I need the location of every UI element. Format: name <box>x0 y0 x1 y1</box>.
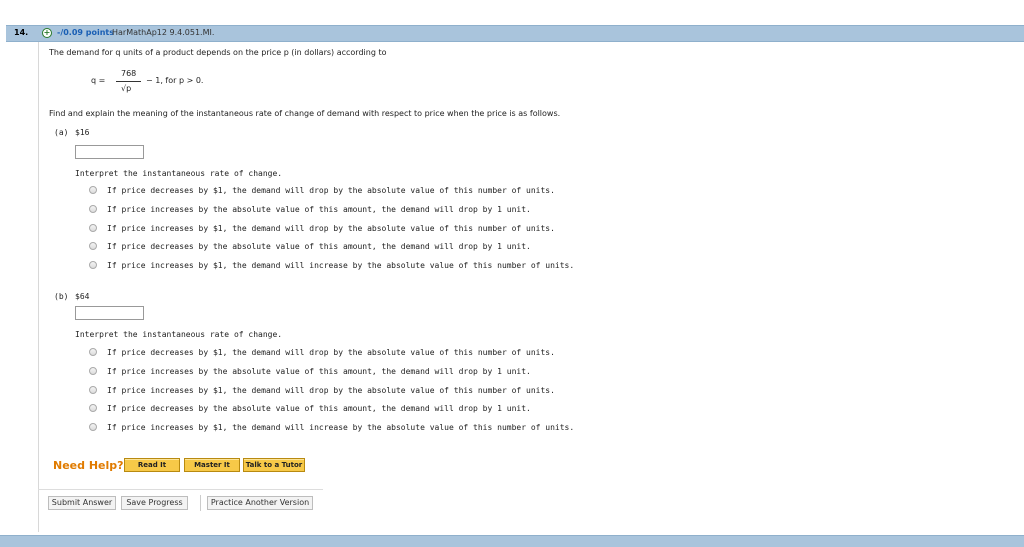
equation-denominator: √p <box>121 84 132 93</box>
part-b-interpret-label: Interpret the instantaneous rate of chan… <box>75 330 283 339</box>
actions-separator <box>38 489 323 490</box>
need-help-label: Need Help? <box>53 459 124 472</box>
part-a-option-1-radio[interactable] <box>89 186 97 194</box>
part-a-option-4-radio[interactable] <box>89 242 97 250</box>
part-b-label: (b) <box>54 292 69 301</box>
master-it-button[interactable]: Master It <box>184 458 240 472</box>
part-a-option-4-label[interactable]: If price decreases by the absolute value… <box>107 242 531 251</box>
part-b-option-1-label[interactable]: If price decreases by $1, the demand wil… <box>107 348 555 357</box>
part-a-option-2-radio[interactable] <box>89 205 97 213</box>
part-a-price: $16 <box>75 128 90 137</box>
part-a-option-3-radio[interactable] <box>89 224 97 232</box>
practice-another-version-button[interactable]: Practice Another Version <box>207 496 313 510</box>
save-progress-button[interactable]: Save Progress <box>121 496 188 510</box>
read-it-button[interactable]: Read It <box>124 458 180 472</box>
talk-to-tutor-button[interactable]: Talk to a Tutor <box>243 458 305 472</box>
part-a-label: (a) <box>54 128 69 137</box>
part-b-option-4-radio[interactable] <box>89 404 97 412</box>
fraction-line <box>116 81 141 82</box>
prompt-instruction: Find and explain the meaning of the inst… <box>49 109 561 118</box>
part-b-option-2-radio[interactable] <box>89 367 97 375</box>
part-a-option-1-label[interactable]: If price decreases by $1, the demand wil… <box>107 186 555 195</box>
prompt-intro: The demand for q units of a product depe… <box>49 48 387 57</box>
part-a-interpret-label: Interpret the instantaneous rate of chan… <box>75 169 283 178</box>
question-number: 14. <box>14 28 29 37</box>
points-link[interactable]: -/0.09 points <box>57 28 114 37</box>
part-b-price: $64 <box>75 292 90 301</box>
part-b-option-5-radio[interactable] <box>89 423 97 431</box>
part-a-answer-input[interactable] <box>75 145 144 159</box>
submit-answer-button[interactable]: Submit Answer <box>48 496 116 510</box>
part-b-option-4-label[interactable]: If price decreases by the absolute value… <box>107 404 531 413</box>
part-a-option-5-label[interactable]: If price increases by $1, the demand wil… <box>107 261 574 270</box>
question-header-bar: 14. + -/0.09 points HarMathAp12 9.4.051.… <box>6 25 1024 42</box>
part-b-option-2-label[interactable]: If price increases by the absolute value… <box>107 367 531 376</box>
part-a-option-3-label[interactable]: If price increases by $1, the demand wil… <box>107 224 555 233</box>
part-b-option-5-label[interactable]: If price increases by $1, the demand wil… <box>107 423 574 432</box>
part-b-option-3-label[interactable]: If price increases by $1, the demand wil… <box>107 386 555 395</box>
equation-right: − 1, for p > 0. <box>146 76 204 85</box>
equation-left: q = <box>91 76 106 85</box>
next-question-header-bar <box>0 535 1024 547</box>
actions-divider <box>200 495 201 511</box>
part-b-option-3-radio[interactable] <box>89 386 97 394</box>
question-code: HarMathAp12 9.4.051.MI. <box>112 28 215 37</box>
equation-numerator: 768 <box>121 69 137 78</box>
part-b-answer-input[interactable] <box>75 306 144 320</box>
part-a-option-5-radio[interactable] <box>89 261 97 269</box>
part-a-option-2-label[interactable]: If price increases by the absolute value… <box>107 205 531 214</box>
part-b-option-1-radio[interactable] <box>89 348 97 356</box>
expand-plus-icon[interactable]: + <box>42 28 52 38</box>
